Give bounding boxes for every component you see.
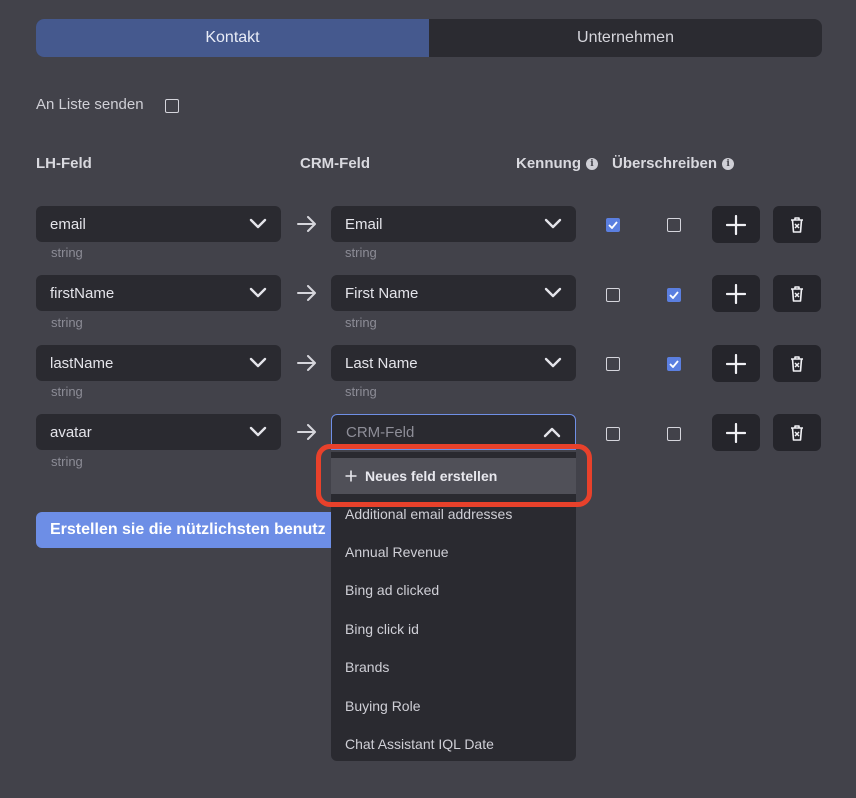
chevron-down-icon [249,426,267,437]
header-lh-field: LH-Feld [36,155,92,172]
info-icon[interactable]: i [586,157,598,170]
delete-row-button[interactable] [773,345,821,382]
crm-field-value: First Name [345,284,419,302]
lh-field-type: string [51,454,83,469]
lh-field-type: string [51,245,83,260]
chevron-down-icon [544,287,562,298]
crm-field-select[interactable]: Last Name [331,345,576,381]
identifier-checkbox[interactable] [606,288,620,302]
crm-field-type: string [345,245,377,260]
lh-field-value: email [50,215,86,233]
dropdown-option[interactable]: Chat Assistant IQL Date [345,736,494,752]
chevron-down-icon [544,218,562,229]
lh-field-type: string [51,315,83,330]
crm-field-type: string [345,315,377,330]
send-to-list-label: An Liste senden [36,96,144,113]
chevron-up-icon [543,427,561,438]
lh-field-value: avatar [50,423,92,441]
header-overwrite: Überschreiben i [612,155,735,172]
dropdown-option[interactable]: Additional email addresses [345,506,512,522]
lh-field-select[interactable]: email [36,206,281,242]
crm-field-placeholder: CRM-Feld [346,423,415,441]
plus-icon [726,283,746,304]
arrow-right-icon [297,216,316,232]
delete-row-button[interactable] [773,275,821,312]
arrow-right-icon [297,424,316,440]
identifier-checkbox[interactable] [606,218,620,232]
plus-icon [726,422,746,443]
plus-icon [726,214,746,235]
create-fields-button[interactable]: Erstellen sie die nützlichsten benutz [36,512,336,548]
chevron-down-icon [249,357,267,368]
crm-field-select[interactable]: Email [331,206,576,242]
delete-row-button[interactable] [773,206,821,243]
crm-field-value: Email [345,215,383,233]
lh-field-type: string [51,384,83,399]
trash-icon [791,285,803,302]
add-row-button[interactable] [712,414,760,451]
crm-field-type: string [345,384,377,399]
crm-field-select[interactable]: First Name [331,275,576,311]
lh-field-select[interactable]: avatar [36,414,281,450]
dropdown-option[interactable]: Bing ad clicked [345,582,439,598]
add-row-button[interactable] [712,275,760,312]
dropdown-option[interactable]: Buying Role [345,698,421,714]
dropdown-option[interactable]: Bing click id [345,621,419,637]
send-to-list-checkbox[interactable] [165,99,179,113]
chevron-down-icon [249,218,267,229]
tab-unternehmen[interactable]: Unternehmen [429,19,822,57]
lh-field-select[interactable]: firstName [36,275,281,311]
trash-icon [791,216,803,233]
add-row-button[interactable] [712,345,760,382]
add-row-button[interactable] [712,206,760,243]
overwrite-checkbox[interactable] [667,427,681,441]
overwrite-checkbox[interactable] [667,218,681,232]
info-icon[interactable]: i [722,157,735,170]
chevron-down-icon [249,287,267,298]
tab-bar: Kontakt Unternehmen [36,19,822,57]
identifier-checkbox[interactable] [606,427,620,441]
lh-field-value: firstName [50,284,115,302]
chevron-down-icon [544,357,562,368]
delete-row-button[interactable] [773,414,821,451]
header-identifier: Kennung i [516,155,598,172]
overwrite-checkbox[interactable] [667,357,681,371]
arrow-right-icon [297,355,316,371]
dropdown-option[interactable]: Annual Revenue [345,544,449,560]
header-crm-field: CRM-Feld [300,155,370,172]
highlight-annotation [316,444,592,507]
identifier-checkbox[interactable] [606,357,620,371]
plus-icon [726,353,746,374]
lh-field-select[interactable]: lastName [36,345,281,381]
trash-icon [791,424,803,441]
tab-kontakt[interactable]: Kontakt [36,19,429,57]
lh-field-value: lastName [50,354,114,372]
crm-field-value: Last Name [345,354,418,372]
arrow-right-icon [297,285,316,301]
overwrite-checkbox[interactable] [667,288,681,302]
trash-icon [791,355,803,372]
dropdown-option[interactable]: Brands [345,659,389,675]
